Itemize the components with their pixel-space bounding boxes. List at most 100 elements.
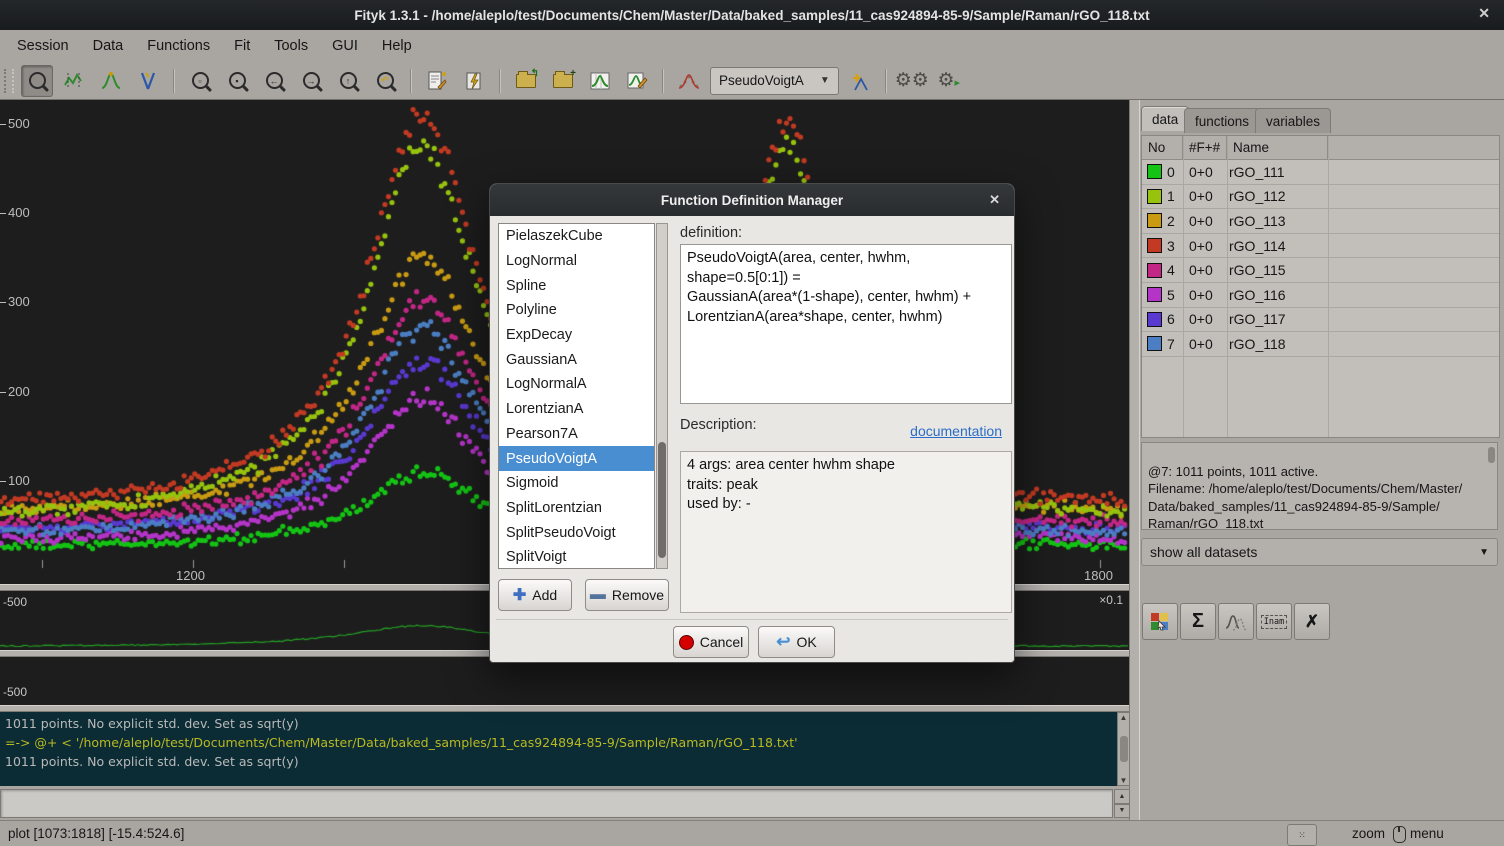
dataset-color-swatch[interactable]: [1147, 189, 1162, 204]
function-list-item[interactable]: SplitVoigt: [499, 545, 654, 569]
fit-continue-button[interactable]: ⚙▸: [933, 65, 965, 97]
function-type-combo[interactable]: PseudoVoigtA ▼: [710, 67, 839, 95]
dataset-row[interactable]: 1 0+0 rGO_112: [1142, 185, 1499, 210]
menu-tools[interactable]: Tools: [263, 33, 319, 59]
previous-zoom-button[interactable]: ↶: [369, 65, 401, 97]
function-list-item[interactable]: SplitLorentzian: [499, 496, 654, 521]
ok-button[interactable]: ↩ OK: [758, 626, 835, 658]
console-output[interactable]: 1011 points. No explicit std. dev. Set a…: [0, 712, 1117, 786]
show-log-button[interactable]: [421, 65, 453, 97]
sum-button[interactable]: Σ: [1180, 603, 1216, 640]
edit-data-button[interactable]: [584, 65, 616, 97]
dataset-color-swatch[interactable]: [1147, 336, 1162, 351]
auto-add-function-button[interactable]: [844, 65, 876, 97]
transform-data-button[interactable]: [621, 65, 653, 97]
function-type-icon-button[interactable]: [673, 65, 705, 97]
zoom-up-button[interactable]: ↑: [332, 65, 364, 97]
copy-functions-button[interactable]: [1218, 603, 1254, 640]
mouse-hints-button[interactable]: ⁙: [1287, 824, 1317, 846]
draw-function-mode-button[interactable]: [132, 65, 164, 97]
function-list-item[interactable]: PielaszekCube: [499, 224, 654, 249]
scroll-down-icon[interactable]: ▼: [1120, 776, 1128, 785]
dataset-color-swatch[interactable]: [1147, 287, 1162, 302]
menu-session[interactable]: Session: [6, 33, 80, 59]
function-list-item[interactable]: LogNormal: [499, 249, 654, 274]
column-header-f[interactable]: #F+#: [1183, 136, 1227, 160]
zoom-right-button[interactable]: →: [295, 65, 327, 97]
history-up-icon[interactable]: ▲: [1114, 789, 1130, 804]
fit-run-button[interactable]: ⚙⚙: [896, 65, 928, 97]
aux-plot-2[interactable]: -500: [0, 657, 1129, 705]
function-list-scrollbar[interactable]: [656, 223, 668, 569]
menu-functions[interactable]: Functions: [136, 33, 221, 59]
rename-button[interactable]: Inam: [1256, 603, 1292, 640]
scrollbar-thumb[interactable]: [658, 442, 666, 558]
dataset-row[interactable]: 0 0+0 rGO_111: [1142, 160, 1499, 185]
menu-fit[interactable]: Fit: [223, 33, 261, 59]
dataset-color-swatch[interactable]: [1147, 238, 1162, 253]
dialog-title-bar[interactable]: Function Definition Manager ✕: [490, 184, 1014, 216]
scrollbar-thumb[interactable]: [1488, 447, 1495, 463]
dataset-row[interactable]: 3 0+0 rGO_114: [1142, 234, 1499, 259]
function-list-item[interactable]: Sigmoid: [499, 471, 654, 496]
dataset-color-swatch[interactable]: [1147, 164, 1162, 179]
function-list-item[interactable]: ExpDecay: [499, 323, 654, 348]
function-list-item[interactable]: Polyline: [499, 298, 654, 323]
scroll-up-icon[interactable]: ▲: [1120, 713, 1128, 722]
function-list-item[interactable]: GaussianA: [499, 347, 654, 372]
zoom-mode-button[interactable]: [21, 65, 53, 97]
definition-textarea[interactable]: PseudoVoigtA(area, center, hwhm, shape=0…: [680, 244, 1012, 404]
tab-variables[interactable]: variables: [1255, 108, 1331, 133]
command-history-spin[interactable]: ▲ ▼: [1114, 789, 1130, 818]
history-down-icon[interactable]: ▼: [1114, 804, 1130, 819]
delete-button[interactable]: ✗: [1294, 603, 1330, 640]
console-line: =-> @+ < '/home/aleplo/test/Documents/Ch…: [5, 733, 1112, 752]
add-button[interactable]: ✚ Add: [498, 579, 572, 611]
title-bar[interactable]: Fityk 1.3.1 - /home/aleplo/test/Document…: [0, 0, 1504, 30]
append-data-button[interactable]: +: [547, 65, 579, 97]
data-range-mode-button[interactable]: [58, 65, 90, 97]
function-list-item[interactable]: LogNormalA: [499, 372, 654, 397]
dataset-color-swatch[interactable]: [1147, 213, 1162, 228]
menu-help[interactable]: Help: [371, 33, 423, 59]
tab-functions[interactable]: functions: [1184, 108, 1260, 133]
zoom-vertical-button[interactable]: ▪: [221, 65, 253, 97]
window-close-icon[interactable]: ✕: [1478, 5, 1490, 22]
function-list-item[interactable]: Pearson7A: [499, 422, 654, 447]
sidebar-splitter[interactable]: [1129, 100, 1140, 820]
cancel-button[interactable]: Cancel: [673, 626, 749, 658]
dialog-close-icon[interactable]: ✕: [989, 192, 1000, 208]
scrollbar-thumb[interactable]: [1120, 736, 1128, 762]
function-list-item[interactable]: Spline: [499, 273, 654, 298]
function-list-item[interactable]: SplitPseudoVoigt: [499, 520, 654, 545]
dataset-row[interactable]: 6 0+0 rGO_117: [1142, 308, 1499, 333]
dataset-row[interactable]: 5 0+0 rGO_116: [1142, 283, 1499, 308]
dataset-color-swatch[interactable]: [1147, 312, 1162, 327]
function-list-item[interactable]: LorentzianA: [499, 397, 654, 422]
dataset-row[interactable]: 2 0+0 rGO_113: [1142, 209, 1499, 234]
dataset-row[interactable]: 7 0+0 rGO_118: [1142, 332, 1499, 357]
menu-gui[interactable]: GUI: [321, 33, 369, 59]
zoom-all-button[interactable]: ▫: [184, 65, 216, 97]
remove-button[interactable]: ▬ Remove: [585, 579, 669, 611]
remove-button-label: Remove: [612, 587, 664, 603]
add-peak-mode-button[interactable]: [95, 65, 127, 97]
column-header-no[interactable]: No: [1142, 136, 1183, 160]
menu-data[interactable]: Data: [82, 33, 135, 59]
color-map-button[interactable]: [1142, 603, 1178, 640]
dataset-color-swatch[interactable]: [1147, 263, 1162, 278]
dataset-fcount: 0+0: [1189, 262, 1229, 278]
open-data-button[interactable]: ↰: [510, 65, 542, 97]
function-list[interactable]: PielaszekCube LogNormal Spline Polyline …: [498, 223, 655, 569]
dataset-row[interactable]: 4 0+0 rGO_115: [1142, 258, 1499, 283]
tab-data[interactable]: data: [1141, 106, 1189, 131]
zoom-left-button[interactable]: ←: [258, 65, 290, 97]
column-header-name[interactable]: Name: [1227, 136, 1328, 160]
run-script-button[interactable]: [458, 65, 490, 97]
console-splitter[interactable]: [0, 705, 1129, 712]
dataset-filter-combo[interactable]: show all datasets ▼: [1141, 538, 1498, 566]
dataset-info-box[interactable]: @7: 1011 points, 1011 active. Filename: …: [1141, 442, 1498, 530]
documentation-link[interactable]: documentation: [910, 423, 1002, 439]
command-input[interactable]: [0, 789, 1113, 818]
function-list-item-selected[interactable]: PseudoVoigtA: [499, 446, 654, 471]
